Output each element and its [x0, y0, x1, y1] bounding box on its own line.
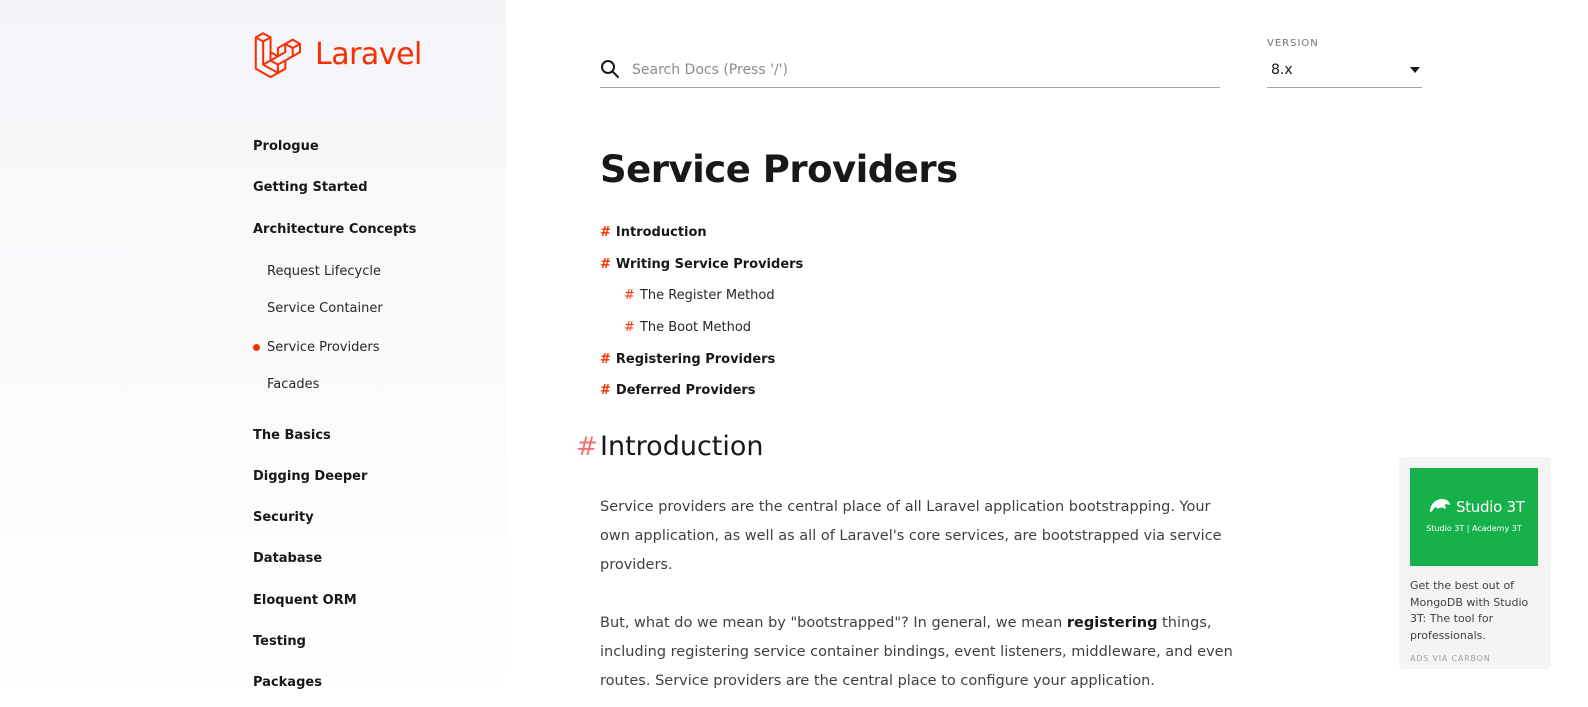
studio3t-logo-icon: [1430, 499, 1450, 512]
toc-label: The Boot Method: [639, 320, 752, 335]
ad-brand: Studio 3T: [1456, 498, 1525, 516]
paragraph-text: But, what do we mean by "bootstrapped"? …: [600, 615, 1067, 631]
ad-image[interactable]: Studio 3T Studio 3T | Academy 3T: [1410, 468, 1538, 566]
sidebar-subitem-facades[interactable]: Facades: [267, 377, 319, 392]
toc-item-introduction[interactable]: # Introduction: [600, 225, 707, 240]
hash-icon: #: [600, 383, 611, 398]
hash-icon: #: [600, 352, 611, 367]
search-bar[interactable]: [600, 56, 1220, 88]
sidebar-item-getting-started[interactable]: Getting Started: [253, 180, 368, 195]
toc-item-registering-providers[interactable]: # Registering Providers: [600, 352, 775, 367]
section-title: Introduction: [600, 431, 764, 462]
intro-paragraph-1: Service providers are the central place …: [600, 499, 1222, 573]
active-indicator-dot: [253, 344, 260, 351]
search-input[interactable]: [632, 58, 1212, 82]
toc-label: Writing Service Providers: [615, 257, 804, 272]
hash-icon: #: [624, 320, 635, 335]
caret-down-icon: [1410, 67, 1420, 73]
laravel-logo-icon: [254, 32, 301, 78]
toc-item-writing-service-providers[interactable]: # Writing Service Providers: [600, 257, 803, 272]
sidebar-item-eloquent-orm[interactable]: Eloquent ORM: [253, 593, 357, 608]
page-title: Service Providers: [600, 148, 958, 191]
intro-paragraph-2: But, what do we mean by "bootstrapped"? …: [600, 609, 1240, 696]
ad-text[interactable]: Get the best out of MongoDB with Studio …: [1410, 578, 1542, 644]
laravel-logo[interactable]: Laravel: [253, 30, 422, 78]
toc-label: Introduction: [615, 225, 707, 240]
logo-text: Laravel: [315, 36, 422, 72]
toc-label: The Register Method: [639, 288, 775, 303]
sidebar-item-architecture-concepts[interactable]: Architecture Concepts: [253, 222, 416, 237]
toc-item-register-method[interactable]: # The Register Method: [624, 288, 775, 303]
bold-text: registering: [1066, 615, 1158, 631]
sidebar-item-security[interactable]: Security: [253, 510, 314, 525]
sidebar-item-database[interactable]: Database: [253, 551, 322, 566]
sidebar: Laravel Prologue Getting Started Archite…: [0, 0, 506, 707]
hash-icon: #: [600, 225, 611, 240]
sidebar-item-digging-deeper[interactable]: Digging Deeper: [253, 469, 367, 484]
ad-subtitle: Studio 3T | Academy 3T: [1426, 524, 1522, 533]
ad-via-link[interactable]: ADS VIA CARBON: [1410, 654, 1491, 663]
version-label: VERSION: [1267, 38, 1319, 49]
version-select[interactable]: 8.x: [1267, 56, 1422, 88]
search-icon: [601, 60, 619, 78]
hash-icon: #: [600, 257, 611, 272]
toc-label: Deferred Providers: [615, 383, 756, 398]
carbon-ad: Studio 3T Studio 3T | Academy 3T Get the…: [1399, 457, 1551, 669]
sidebar-item-packages[interactable]: Packages: [253, 675, 322, 690]
sidebar-subitem-service-providers[interactable]: Service Providers: [267, 340, 379, 355]
sidebar-item-testing[interactable]: Testing: [253, 634, 306, 649]
toc-label: Registering Providers: [615, 352, 776, 367]
version-value: 8.x: [1271, 62, 1293, 78]
sidebar-subitem-request-lifecycle[interactable]: Request Lifecycle: [267, 264, 381, 279]
sidebar-subitem-service-container[interactable]: Service Container: [267, 301, 383, 316]
toc-item-boot-method[interactable]: # The Boot Method: [624, 320, 751, 335]
sidebar-item-prologue[interactable]: Prologue: [253, 139, 319, 154]
section-anchor-link[interactable]: #: [576, 432, 598, 462]
hash-icon: #: [624, 288, 635, 303]
toc-item-deferred-providers[interactable]: # Deferred Providers: [600, 383, 756, 398]
sidebar-item-the-basics[interactable]: The Basics: [253, 428, 331, 443]
